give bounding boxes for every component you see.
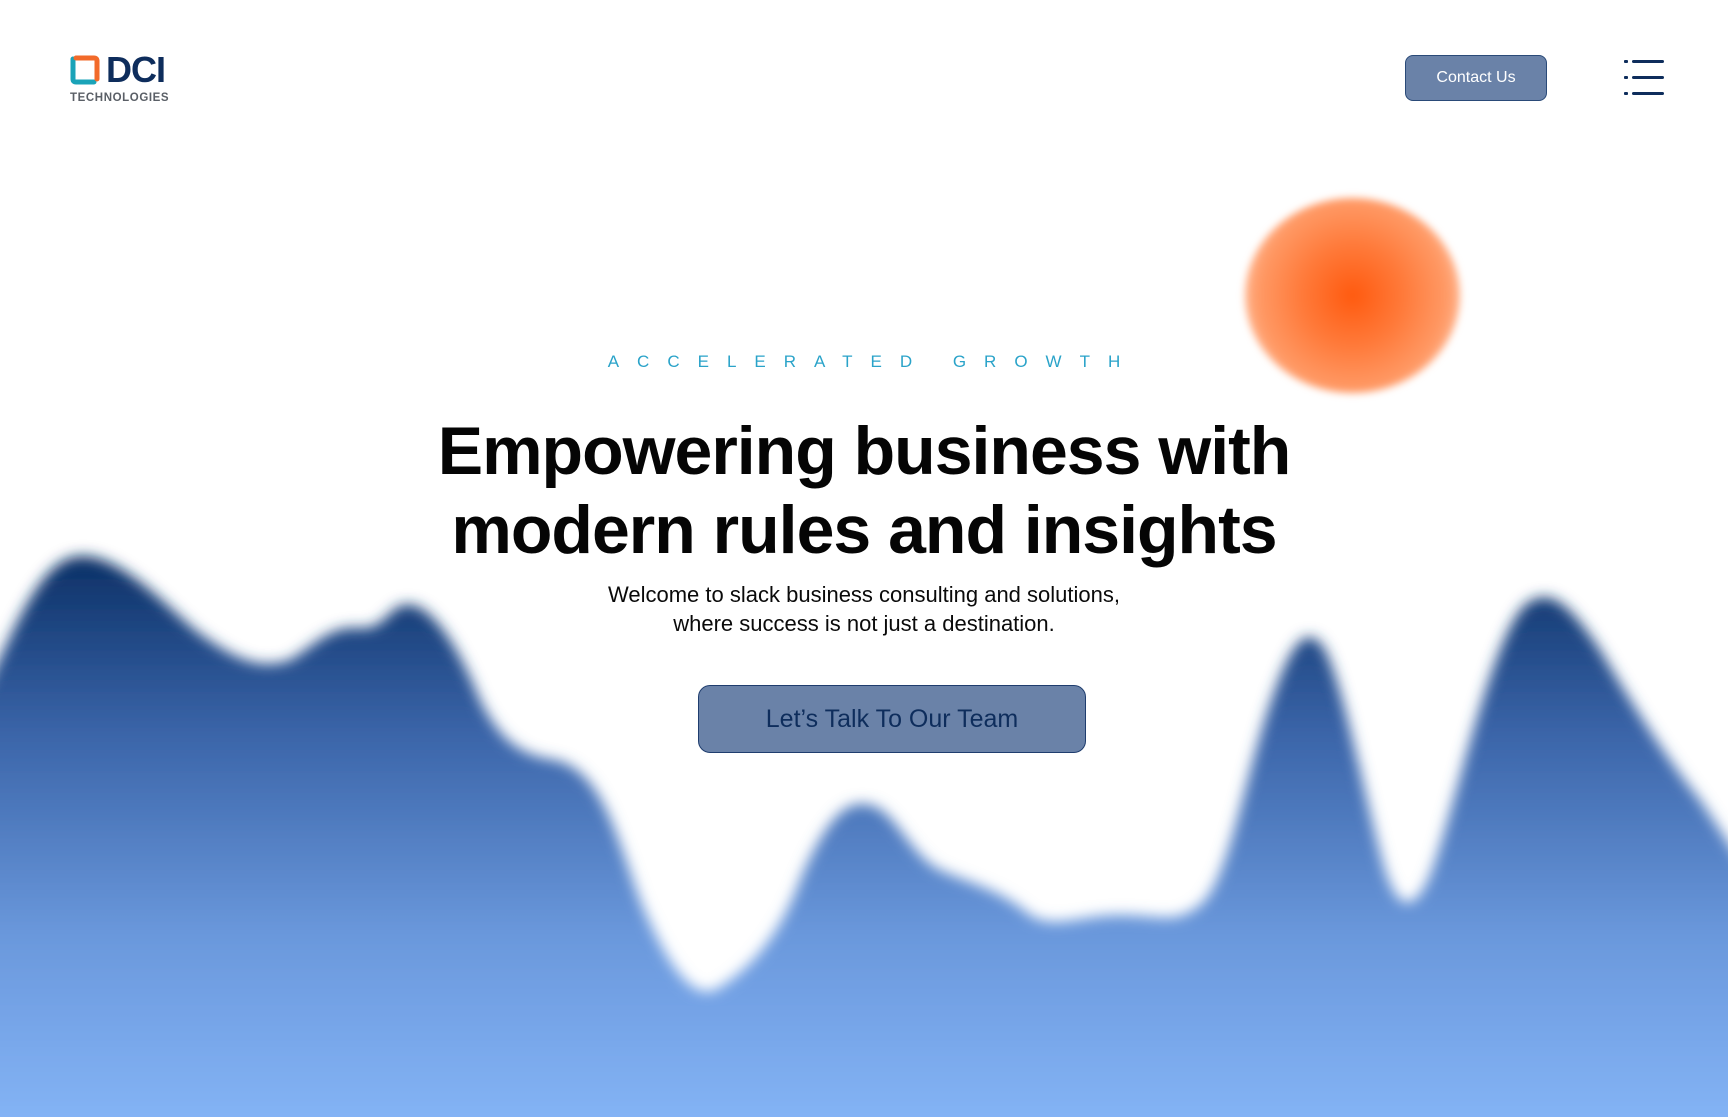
hero-headline: Empowering business with modern rules an… bbox=[0, 412, 1728, 570]
hero-subtext-line1: Welcome to slack business consulting and… bbox=[608, 582, 1120, 607]
hero-subtext-line2: where success is not just a destination. bbox=[673, 611, 1055, 636]
logo-wordmark: DCI bbox=[106, 49, 166, 90]
landing-page: DCI TECHNOLOGIES Contact Us ACCELERATED … bbox=[0, 0, 1728, 1117]
hero-headline-line2: modern rules and insights bbox=[451, 492, 1277, 568]
hamburger-menu-icon[interactable] bbox=[1624, 58, 1664, 98]
hero-eyebrow: ACCELERATED GROWTH bbox=[607, 352, 1139, 371]
contact-us-button[interactable]: Contact Us bbox=[1405, 55, 1547, 101]
logo-mark-icon bbox=[70, 55, 100, 85]
site-header: DCI TECHNOLOGIES Contact Us bbox=[0, 0, 1728, 140]
hero-headline-line1: Empowering business with bbox=[437, 413, 1292, 489]
logo-subtitle: TECHNOLOGIES bbox=[70, 92, 170, 104]
hero-subtext: Welcome to slack business consulting and… bbox=[0, 580, 1728, 638]
talk-to-team-button[interactable]: Let’s Talk To Our Team bbox=[698, 685, 1086, 753]
company-logo[interactable]: DCI TECHNOLOGIES bbox=[70, 49, 180, 108]
